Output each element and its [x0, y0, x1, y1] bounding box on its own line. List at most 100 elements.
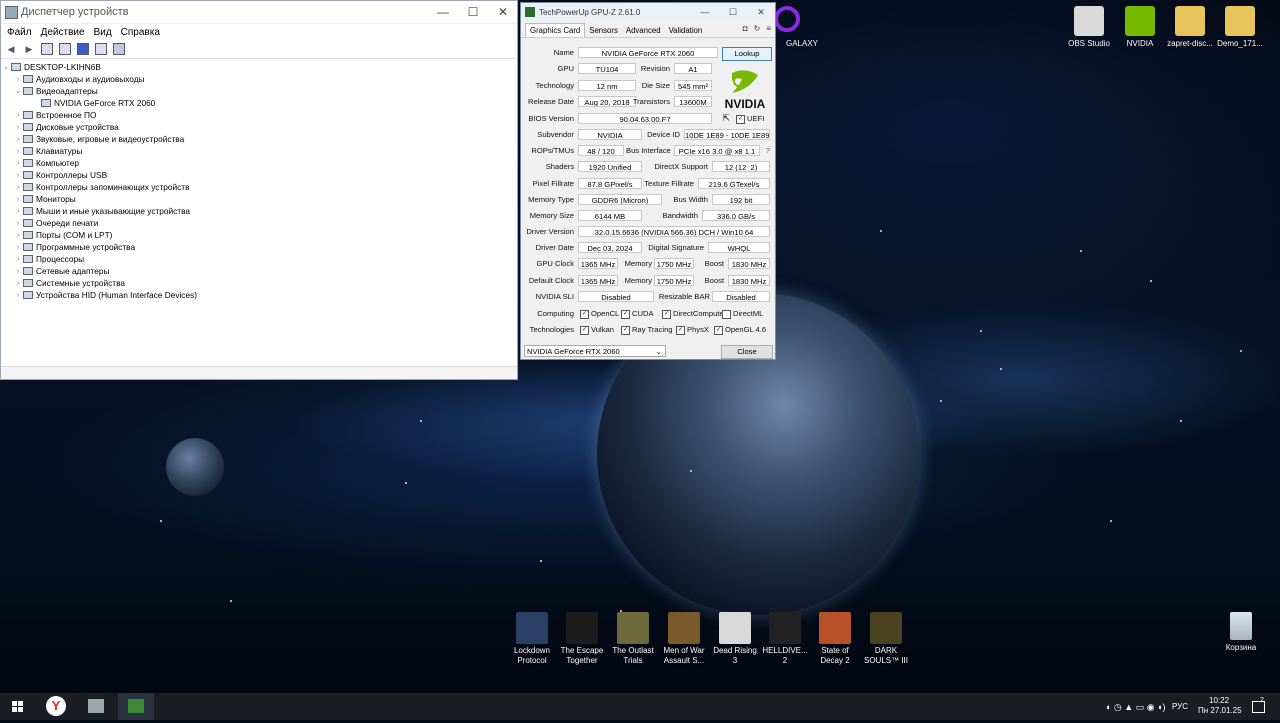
tree-item[interactable]: › Звуковые, игровые и видеоустройства	[1, 133, 517, 145]
close-gpuz-button[interactable]: Close	[721, 345, 773, 359]
galaxy-shortcut[interactable]: GALAXY	[770, 6, 830, 48]
checkbox[interactable]: ✓	[621, 325, 630, 335]
menu-item[interactable]: Справка	[119, 27, 167, 38]
gpuz-minimize-button[interactable]: —	[691, 3, 719, 21]
tab-sensors[interactable]: Sensors	[585, 24, 622, 37]
desktop-shortcut[interactable]: zapret-disc...	[1162, 6, 1218, 49]
tree-item[interactable]: › Мыши и иные указывающие устройства	[1, 205, 517, 217]
checkbox[interactable]: ✓	[580, 309, 589, 319]
notifications-button[interactable]: 2	[1246, 693, 1270, 720]
computing-option[interactable]: DirectML	[722, 309, 763, 319]
clock-time[interactable]: 10:22	[1209, 696, 1229, 705]
maximize-button[interactable]: ☐	[459, 1, 487, 23]
tree-item[interactable]: › Аудиовходы и аудиовыходы	[1, 73, 517, 85]
collapse-icon[interactable]: ⌄	[1, 63, 11, 71]
expand-icon[interactable]: ›	[13, 172, 23, 179]
device-manager-window[interactable]: Диспетчер устройств — ☐ ✕ Файл Действие Ви…	[0, 0, 518, 380]
device-manager-titlebar[interactable]: Диспетчер устройств — ☐ ✕	[1, 1, 517, 24]
game-shortcut[interactable]: Men of War Assault S...	[661, 612, 707, 666]
tab-advanced[interactable]: Advanced	[622, 24, 665, 37]
close-button[interactable]: ✕	[489, 1, 517, 23]
expand-icon[interactable]: ›	[13, 220, 23, 227]
tree-item[interactable]: › Компьютер	[1, 157, 517, 169]
tree-root[interactable]: ⌄ DESKTOP-LKIHN6B	[1, 61, 517, 73]
expand-icon[interactable]: ›	[13, 160, 23, 167]
checkbox[interactable]: ✓	[676, 325, 685, 335]
technologies-option[interactable]: ✓ Ray Tracing	[621, 325, 673, 335]
tree-item[interactable]: › Порты (COM и LPT)	[1, 229, 517, 241]
expand-icon[interactable]: ›	[13, 244, 23, 251]
share-icon[interactable]: ⇱	[716, 113, 730, 124]
properties-icon[interactable]	[41, 43, 53, 55]
expand-icon[interactable]: ›	[13, 232, 23, 239]
help-icon[interactable]	[77, 43, 89, 55]
tree-item[interactable]: › Системные устройства	[1, 277, 517, 289]
tree-item[interactable]: › Процессоры	[1, 253, 517, 265]
expand-icon[interactable]: ›	[13, 124, 23, 131]
game-shortcut[interactable]: Dead Rising 3	[712, 612, 758, 666]
gpuz-maximize-button[interactable]: ☐	[719, 3, 747, 21]
checkbox[interactable]: ✓	[714, 325, 723, 335]
technologies-option[interactable]: ✓ Vulkan	[580, 325, 614, 335]
tab-graphics-card[interactable]: Graphics Card	[525, 23, 586, 37]
tree-item[interactable]: › Дисковые устройства	[1, 121, 517, 133]
gpuz-taskbar-button[interactable]	[118, 693, 154, 720]
tree-item[interactable]: › Очереди печати	[1, 217, 517, 229]
tree-item[interactable]: › Сетевые адаптеры	[1, 265, 517, 277]
camera-icon[interactable]: ◘	[743, 24, 748, 33]
game-shortcut[interactable]: State of Decay 2	[812, 612, 858, 666]
gpuz-close-button[interactable]: ✕	[747, 3, 775, 21]
computing-option[interactable]: ✓ CUDA	[621, 309, 654, 319]
expand-icon[interactable]: ›	[13, 136, 23, 143]
desktop-shortcut[interactable]: Demo_171...	[1212, 6, 1268, 49]
yandex-browser-button[interactable]: Y	[38, 693, 74, 720]
technologies-option[interactable]: ✓ PhysX	[676, 325, 709, 335]
checkbox[interactable]: ✓	[621, 309, 630, 319]
expand-icon[interactable]: ›	[13, 76, 23, 83]
menu-item[interactable]: Файл	[5, 27, 39, 38]
recycle-bin[interactable]: Корзина	[1213, 612, 1269, 653]
menu-icon[interactable]: ≡	[766, 24, 771, 33]
checkbox[interactable]: ✓	[662, 309, 671, 319]
back-icon[interactable]: ◀	[5, 44, 17, 54]
gpuz-window[interactable]: TechPowerUp GPU-Z 2.61.0 — ☐ ✕ Graphics …	[520, 2, 776, 360]
gpu-select[interactable]: NVIDIA GeForce RTX 2060 ⌄	[524, 345, 666, 357]
bus-help-button[interactable]: ?	[762, 146, 770, 155]
computing-option[interactable]: ✓ DirectCompute	[662, 309, 724, 319]
tree-item[interactable]: ⌄ Видеоадаптеры	[1, 85, 517, 97]
technologies-option[interactable]: ✓ OpenGL 4.6	[714, 325, 766, 335]
checkbox[interactable]	[722, 309, 731, 319]
refresh-icon[interactable]: ↻	[754, 24, 761, 33]
desktop-shortcut[interactable]: NVIDIA	[1112, 6, 1168, 49]
tree-item[interactable]: NVIDIA GeForce RTX 2060	[1, 97, 517, 109]
expand-icon[interactable]: ›	[13, 208, 23, 215]
expand-icon[interactable]: ›	[13, 184, 23, 191]
tree-item[interactable]: › Клавиатуры	[1, 145, 517, 157]
expand-icon[interactable]: ›	[13, 280, 23, 287]
monitor-icon[interactable]	[113, 43, 125, 55]
clock-date[interactable]: Пн 27.01.25	[1198, 706, 1242, 715]
tree-item[interactable]: › Встроенное ПО	[1, 109, 517, 121]
expand-icon[interactable]: ›	[13, 148, 23, 155]
tree-item[interactable]: › Устройства HID (Human Interface Devices…	[1, 289, 517, 301]
game-shortcut[interactable]: The Outlast Trials	[610, 612, 656, 666]
expand-icon[interactable]: ›	[13, 112, 23, 119]
collapse-icon[interactable]: ⌄	[13, 87, 23, 95]
expand-icon[interactable]: ›	[13, 196, 23, 203]
expand-icon[interactable]: ›	[13, 292, 23, 299]
lookup-button[interactable]: Lookup	[722, 47, 772, 61]
checkbox[interactable]: ✓	[580, 325, 589, 335]
game-shortcut[interactable]: Lockdown Protocol	[509, 612, 555, 666]
menu-item[interactable]: Действие	[39, 27, 92, 38]
tree-item[interactable]: › Мониторы	[1, 193, 517, 205]
expand-icon[interactable]: ›	[13, 268, 23, 275]
game-shortcut[interactable]: DARK SOULS™ III	[863, 612, 909, 666]
tray-icons[interactable]: ◐ ◷ ▲ ▭ ◉ ◖)	[1106, 702, 1166, 713]
minimize-button[interactable]: —	[429, 1, 457, 23]
desktop-shortcut[interactable]: OBS Studio	[1061, 6, 1117, 49]
language-indicator[interactable]: РУС	[1172, 702, 1188, 711]
expand-icon[interactable]: ›	[13, 256, 23, 263]
tree-view-icon[interactable]	[59, 43, 71, 55]
tab-validation[interactable]: Validation	[665, 24, 707, 37]
start-button[interactable]	[0, 693, 36, 720]
